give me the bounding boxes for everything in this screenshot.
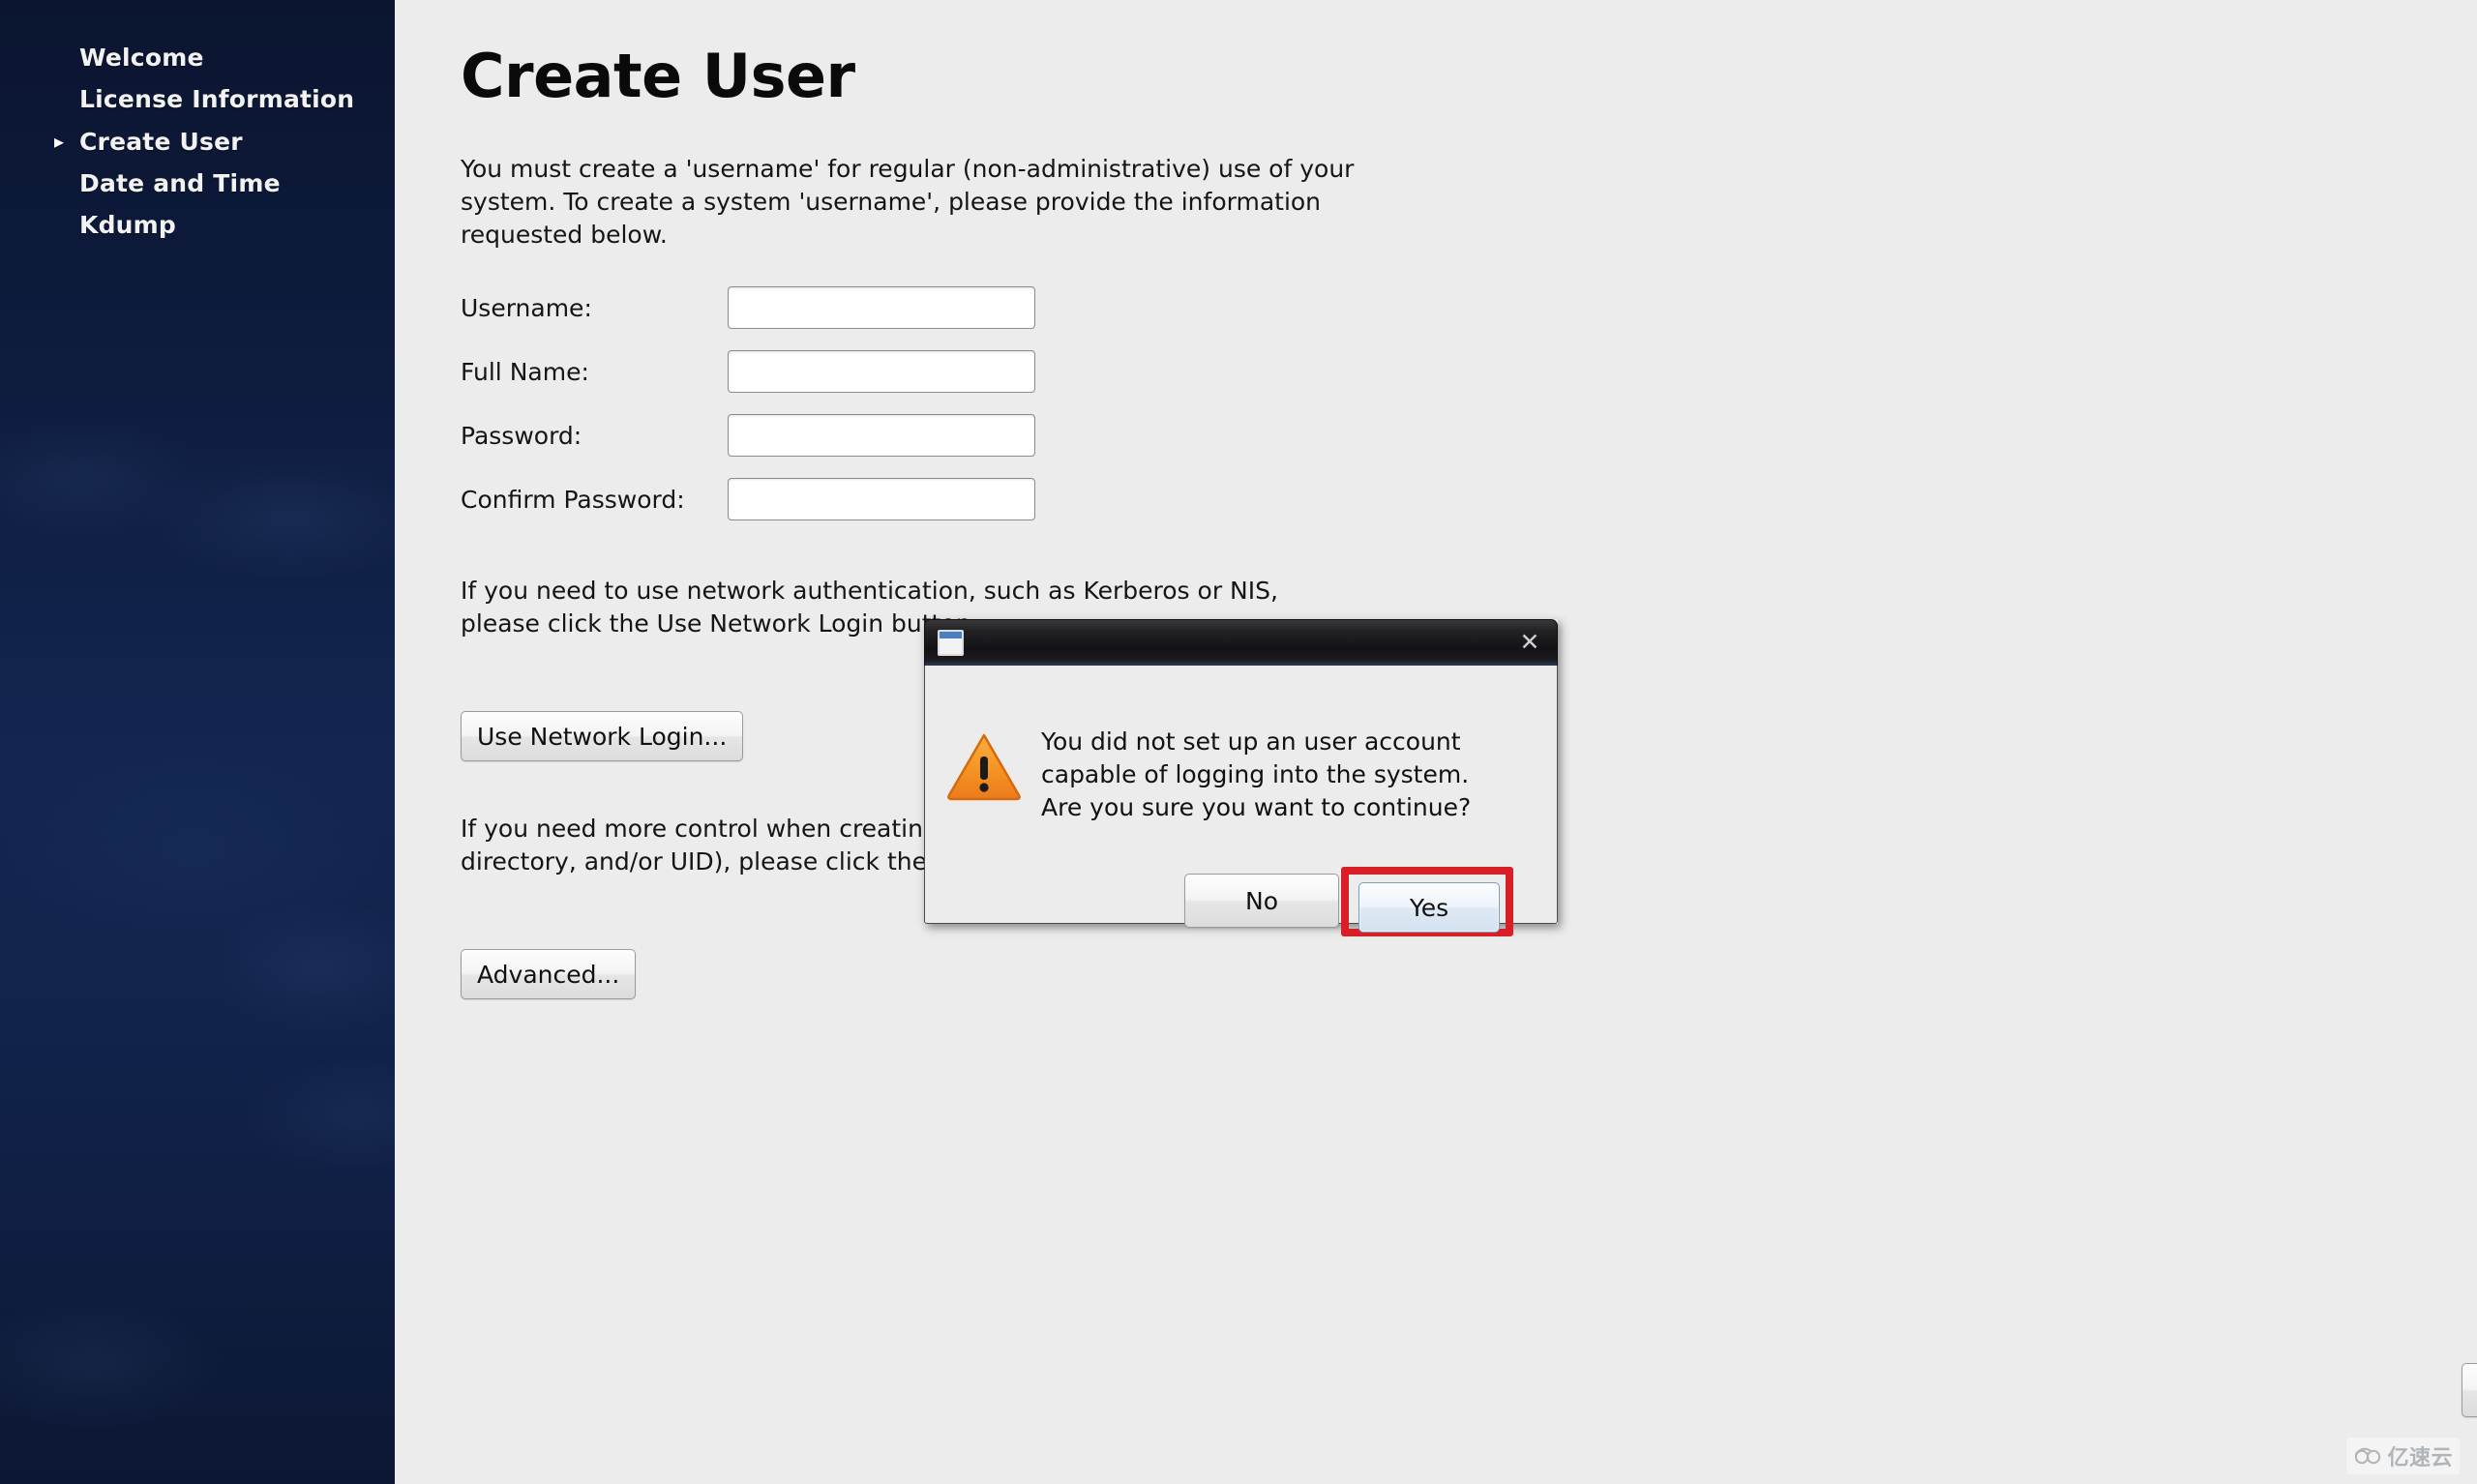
form-row-username: Username: [461,276,1035,340]
password-label: Password: [461,421,582,450]
sidebar: Welcome License Information ▸ Create Use… [0,0,395,1484]
dialog-titlebar[interactable]: ✕ [924,619,1558,666]
sidebar-item-label: Welcome [79,44,204,72]
create-user-form: Username: Full Name: Password: Confirm P… [461,276,1035,531]
confirm-password-input[interactable] [728,478,1035,520]
firstboot-window: Welcome License Information ▸ Create Use… [0,0,2477,1484]
form-row-password: Password: [461,403,1035,467]
username-label: Username: [461,293,592,322]
sidebar-item-label: Kdump [79,211,177,239]
confirm-password-label: Confirm Password: [461,485,685,514]
window-icon [938,630,964,656]
close-icon[interactable]: ✕ [1516,629,1543,656]
page-title: Create User [461,41,855,111]
full-name-label: Full Name: [461,357,589,386]
dialog-body: You did not set up an user account capab… [924,666,1558,936]
intro-paragraph: You must create a 'username' for regular… [461,155,1355,249]
sidebar-item-label: Date and Time [79,168,281,197]
advanced-button[interactable]: Advanced... [461,949,637,999]
chevron-right-icon: ▸ [54,129,65,153]
yes-button[interactable]: Yes [1358,882,1500,933]
watermark-text: 亿速云 [2387,1446,2453,1470]
use-network-login-button[interactable]: Use Network Login... [461,711,744,761]
sidebar-item-label: License Information [79,85,355,114]
warning-triangle-icon [947,733,1021,801]
password-input[interactable] [728,414,1035,457]
watermark: 亿速云 [2346,1438,2460,1474]
form-row-full-name: Full Name: [461,340,1035,403]
confirmation-dialog: ✕ You did not set up an user account cap… [924,619,1558,936]
sidebar-nav-list: Welcome License Information ▸ Create Use… [0,41,395,250]
no-button[interactable]: No [1184,874,1339,928]
sidebar-item-date-and-time[interactable]: Date and Time [0,166,395,200]
username-input[interactable] [728,286,1035,329]
back-button[interactable]: Back [2462,1363,2477,1417]
cloud-icon [2355,1447,2381,1465]
window-icon-strip [940,632,962,638]
sidebar-item-license-information[interactable]: License Information [0,82,395,116]
form-row-confirm-password: Confirm Password: [461,467,1035,531]
sidebar-item-create-user[interactable]: ▸ Create User [0,125,395,159]
sidebar-item-welcome[interactable]: Welcome [0,41,395,74]
highlight-annotation: Yes [1341,867,1513,936]
dialog-message: You did not set up an user account capab… [1041,727,1472,821]
sidebar-item-kdump[interactable]: Kdump [0,208,395,242]
full-name-input[interactable] [728,350,1035,393]
sidebar-item-label: Create User [79,127,243,156]
